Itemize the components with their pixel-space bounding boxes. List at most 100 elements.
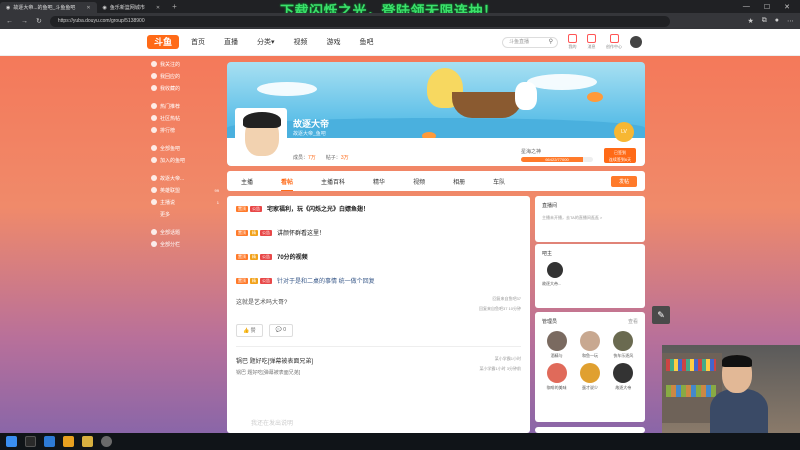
nav-category[interactable]: 分类▾ <box>257 37 275 47</box>
list-item[interactable]: 置顶 公告 宅家福利，玩《闪烁之光》白嫖鱼翅！ <box>227 196 530 220</box>
search-input[interactable]: 斗鱼直播 ⚲ <box>502 36 558 48</box>
sidebar-item[interactable]: 全部鱼吧 <box>145 142 223 154</box>
admin-item[interactable]: 蛋才说少 <box>573 363 606 391</box>
list-item[interactable]: 这就是艺术吗大哥? 回复来自鱼吧37 回复来自鱼吧37 10分钟 <box>227 292 530 320</box>
sidebar-item[interactable]: 加入的鱼吧 <box>145 154 223 166</box>
list-item[interactable]: 置顶精公告 70分的视频 <box>227 244 530 268</box>
close-window-icon[interactable]: ✕ <box>784 3 790 11</box>
tab-6[interactable]: 车队 <box>479 177 519 186</box>
like-button[interactable]: 👍 赞 <box>236 324 263 337</box>
star-icon <box>151 61 157 67</box>
sidebar-item[interactable]: 全部话题 <box>145 226 223 238</box>
edit-post-button[interactable]: ✎ <box>652 306 670 324</box>
sidebar-item[interactable]: 热门推荐 <box>145 100 223 112</box>
sidebar-item[interactable]: 故逐大帝... <box>145 172 223 184</box>
close-tab-icon[interactable]: ✕ <box>86 5 90 11</box>
list-item[interactable]: 置顶精公告 讲颜怀群看这里！ <box>227 220 530 244</box>
admin-item[interactable]: 故逐大帝 <box>607 363 640 391</box>
owner-card: 吧主 故逐大帝... <box>535 244 645 308</box>
my-icon[interactable]: 我的 <box>568 34 577 50</box>
edge-icon[interactable] <box>44 436 55 447</box>
nav-video[interactable]: 视频 <box>294 37 308 47</box>
nav-live[interactable]: 直播 <box>224 37 238 47</box>
admin-name: 故逐大帝 <box>615 385 632 390</box>
profile-icon[interactable]: ● <box>775 17 779 25</box>
minimize-icon[interactable]: — <box>743 3 750 11</box>
sidebar-item[interactable]: 我关注的 <box>145 58 223 70</box>
level-medal-icon: LV <box>614 122 634 142</box>
url-input[interactable]: https://yuba.douyu.com/group/5138900 <box>49 15 670 27</box>
browser-tab[interactable]: ◉ 故逐大帝...的鱼吧_斗鱼鱼吧 ✕ <box>0 2 97 13</box>
back-icon[interactable]: ← <box>6 18 13 25</box>
sidebar-item[interactable]: 主播说 1 <box>145 196 223 208</box>
card-title: 直播间 <box>542 203 558 209</box>
nav-game[interactable]: 游戏 <box>327 37 341 47</box>
bookmark-icon <box>151 85 157 91</box>
search-icon[interactable]: ⚲ <box>549 38 553 47</box>
tab-0[interactable]: 主播 <box>227 177 267 186</box>
sidebar-item-label: 英雄联盟 <box>160 187 181 194</box>
admin-item[interactable]: 和鱼一玩 <box>573 331 606 359</box>
douyu-logo[interactable]: 斗鱼 <box>147 35 179 49</box>
sidebar-item[interactable]: 我回应的 <box>145 70 223 82</box>
tab-4[interactable]: 视频 <box>399 177 439 186</box>
list-item[interactable]: 锅巴 题好吃[弹幕被表面兄弟] 锅巴 题好吃[弹幕被表面兄弟] 某小学霸1小时 … <box>227 352 530 382</box>
maximize-icon[interactable]: ☐ <box>764 3 770 11</box>
sidebar-item[interactable]: 更多 <box>145 208 223 220</box>
admin-item[interactable]: 快车乐逐风 <box>607 331 640 359</box>
group-header-card: LV 故逐大帝 故逐大帝_鱼吧 成员：7万 帖子：3万 星海之神 66422/7… <box>227 62 645 166</box>
live-room-link[interactable]: 主播未开播，去TA的直播间逛逛 > <box>535 211 645 225</box>
owner-avatar[interactable] <box>547 262 563 278</box>
tab-1[interactable]: 看帖 <box>267 177 307 191</box>
app-icon[interactable] <box>82 436 93 447</box>
owner-name[interactable]: 故逐大帝... <box>542 281 645 287</box>
taskview-icon[interactable] <box>25 436 36 447</box>
sidebar-item-count: 99 <box>214 187 219 193</box>
post-tag-badge: 置顶 <box>236 229 248 236</box>
tab-2[interactable]: 主播百科 <box>307 177 359 186</box>
search-placeholder: 斗鱼直播 <box>509 38 530 45</box>
view-more-link[interactable]: 查看 <box>628 318 638 325</box>
post-actions: 👍 赞 💬 0 <box>227 320 530 341</box>
app-icon[interactable] <box>63 436 74 447</box>
admin-item[interactable]: 酒精与 <box>540 331 573 359</box>
new-tab-button[interactable]: + <box>166 2 183 11</box>
sidebar-item[interactable]: 全部分栏 <box>145 238 223 250</box>
address-bar: ← → ↻ https://yuba.douyu.com/group/51389… <box>0 13 800 29</box>
forward-icon[interactable]: → <box>21 18 28 25</box>
tab-favicon-icon: ◉ <box>6 4 11 11</box>
message-icon[interactable]: 消息 <box>587 34 596 50</box>
checkin-button[interactable]: 已签到 连续签到6天 <box>604 148 636 163</box>
admin-name: 和鱼一玩 <box>581 353 598 358</box>
left-sidebar: 我关注的 我回应的 我收藏的 热门推荐 社区热帖 排行榜 全部鱼吧 加入的鱼吧 故逐大帝... 英… <box>145 58 223 433</box>
app-icon[interactable] <box>101 436 112 447</box>
sidebar-item-label: 全部话题 <box>160 229 181 236</box>
cloud-decoration <box>527 74 597 90</box>
menu-icon[interactable]: ⋯ <box>787 17 794 25</box>
post-tag-badge: 置顶 <box>236 277 248 284</box>
nav-yuba[interactable]: 鱼吧 <box>360 37 374 47</box>
tab-3[interactable]: 精华 <box>359 177 399 186</box>
post-button[interactable]: 发帖 <box>610 175 637 187</box>
comment-button[interactable]: 💬 0 <box>268 324 294 337</box>
level-progress-text: 66422/77000 <box>545 157 569 162</box>
favorite-star-icon[interactable]: ★ <box>747 17 753 25</box>
trophy-icon <box>151 127 157 133</box>
sidebar-item[interactable]: 英雄联盟 99 <box>145 184 223 196</box>
close-tab-icon[interactable]: ✕ <box>156 5 160 11</box>
user-avatar[interactable] <box>630 36 642 48</box>
browser-tab[interactable]: ◉ 鱼乐新篮网城市 ✕ <box>97 2 167 13</box>
reload-icon[interactable]: ↻ <box>36 17 42 25</box>
sidebar-item[interactable]: 排行榜 <box>145 124 223 136</box>
extensions-icon[interactable]: ⧉ <box>762 17 767 25</box>
sidebar-item[interactable]: 我收藏的 <box>145 82 223 94</box>
tab-5[interactable]: 相册 <box>439 177 479 186</box>
list-item[interactable]: 置顶精公告 针对于是和二桌的事情 统一做个回复 <box>227 268 530 292</box>
creator-icon[interactable]: 创作中心 <box>606 34 622 50</box>
nav-home[interactable]: 首页 <box>191 37 205 47</box>
site-nav: 首页 直播 分类▾ 视频 游戏 鱼吧 <box>191 37 374 47</box>
start-icon[interactable] <box>6 436 17 447</box>
sidebar-item[interactable]: 社区热帖 <box>145 112 223 124</box>
admin-item[interactable]: 咖啡的美味 <box>540 363 573 391</box>
admin-avatar <box>579 363 600 383</box>
